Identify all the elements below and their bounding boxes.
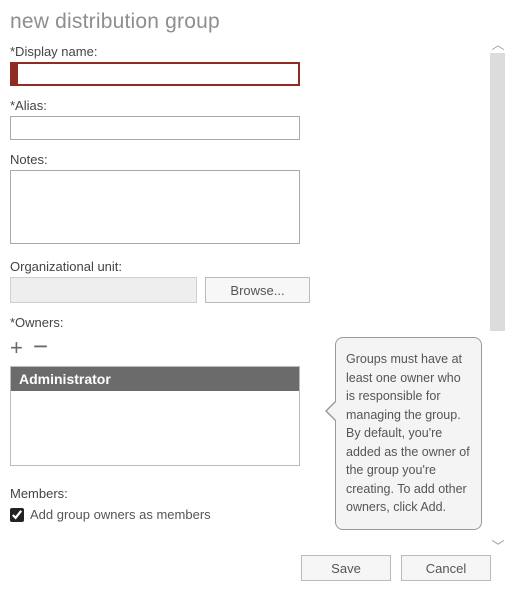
display-name-input[interactable] xyxy=(10,62,300,86)
list-item[interactable]: Administrator xyxy=(11,367,299,391)
display-name-label: *Display name: xyxy=(10,44,310,59)
add-owners-checkbox-label: Add group owners as members xyxy=(30,507,211,522)
owners-label: *Owners: xyxy=(10,315,310,330)
add-owner-icon[interactable]: + xyxy=(10,337,23,359)
remove-owner-icon[interactable]: − xyxy=(33,333,48,359)
owners-tooltip: Groups must have at least one owner who … xyxy=(335,337,482,530)
page-title: new distribution group xyxy=(10,10,491,34)
scroll-up-icon[interactable]: ︿ xyxy=(489,38,507,51)
members-label: Members: xyxy=(10,486,310,501)
notes-label: Notes: xyxy=(10,152,310,167)
org-unit-label: Organizational unit: xyxy=(10,259,310,274)
form-area: *Display name: *Alias: Notes: Organizati… xyxy=(10,44,310,522)
org-unit-input xyxy=(10,277,197,303)
cancel-button[interactable]: Cancel xyxy=(401,555,491,581)
scroll-thumb[interactable] xyxy=(490,53,505,331)
scrollbar[interactable]: ︿ ﹀ xyxy=(489,38,507,553)
add-owners-checkbox[interactable] xyxy=(10,508,24,522)
scroll-down-icon[interactable]: ﹀ xyxy=(489,540,507,553)
notes-input[interactable] xyxy=(10,170,300,244)
owners-list[interactable]: Administrator xyxy=(10,366,300,466)
alias-input[interactable] xyxy=(10,116,300,140)
alias-label: *Alias: xyxy=(10,98,310,113)
save-button[interactable]: Save xyxy=(301,555,391,581)
browse-button[interactable]: Browse... xyxy=(205,277,310,303)
